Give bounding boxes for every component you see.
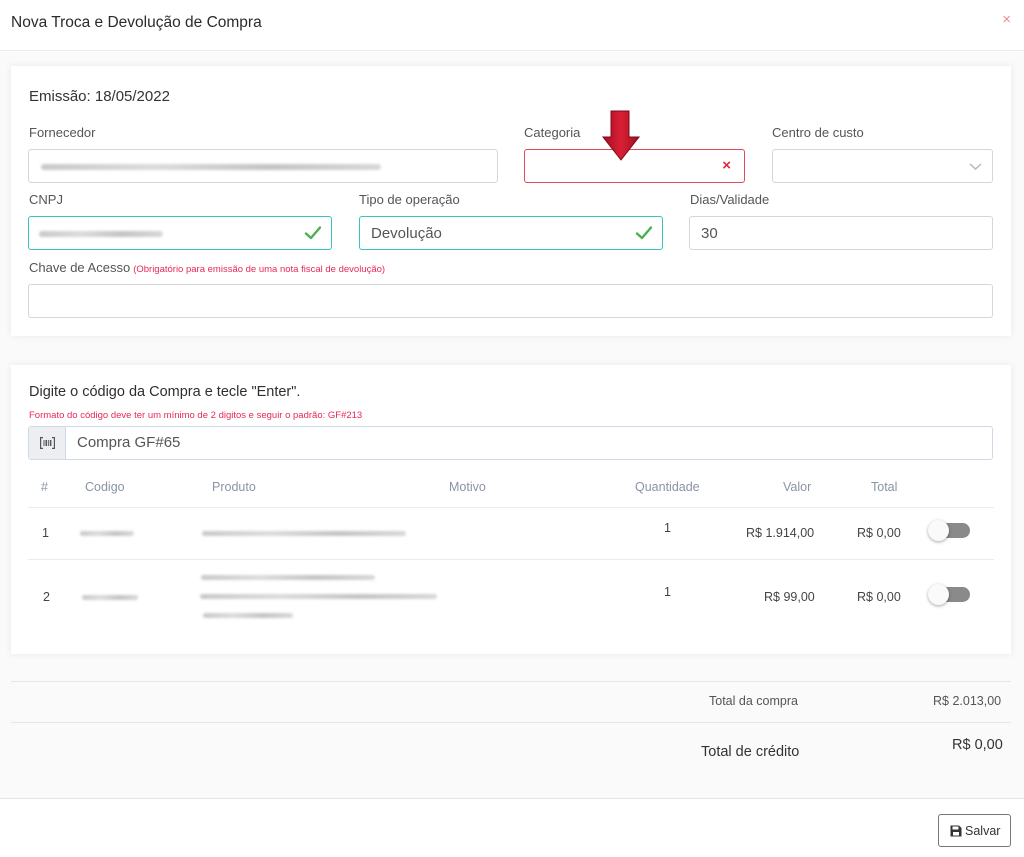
return-toggle[interactable] bbox=[928, 584, 970, 605]
row-quantity: 1 bbox=[664, 521, 671, 535]
row-total: R$ 0,00 bbox=[857, 590, 901, 604]
centro-custo-select[interactable] bbox=[772, 149, 993, 183]
total-compra-value: R$ 2.013,00 bbox=[933, 694, 1002, 708]
modal-title: Nova Troca e Devolução de Compra bbox=[11, 14, 262, 31]
barcode-addon bbox=[29, 427, 66, 459]
chave-acesso-hint: (Obrigatório para emissão de uma nota fi… bbox=[133, 264, 386, 275]
redacted-product bbox=[203, 613, 293, 618]
total-credito-label: Total de crédito bbox=[701, 744, 800, 760]
arrow-down-icon bbox=[601, 110, 641, 161]
row-divider bbox=[28, 559, 994, 560]
chave-acesso-field[interactable] bbox=[28, 284, 993, 318]
redacted-product bbox=[201, 575, 375, 580]
col-motivo: Motivo bbox=[449, 480, 486, 494]
col-index: # bbox=[41, 480, 48, 494]
cnpj-label: CNPJ bbox=[29, 192, 63, 207]
dias-validade-label: Dias/Validade bbox=[690, 192, 770, 207]
row-quantity: 1 bbox=[664, 585, 671, 599]
check-icon bbox=[635, 226, 653, 240]
chave-acesso-label-group: Chave de Acesso (Obrigatório para emissão… bbox=[29, 260, 385, 275]
row-value: R$ 1.914,00 bbox=[746, 526, 815, 540]
row-divider bbox=[28, 507, 994, 508]
fornecedor-field[interactable] bbox=[28, 149, 498, 183]
redacted-product bbox=[202, 531, 406, 536]
emission-date: Emissão: 18/05/2022 bbox=[29, 88, 170, 105]
tipo-operacao-label: Tipo de operação bbox=[359, 192, 460, 207]
save-label: Salvar bbox=[965, 824, 1001, 838]
row-value: R$ 99,00 bbox=[764, 590, 815, 604]
row-index: 1 bbox=[42, 526, 49, 540]
fornecedor-label: Fornecedor bbox=[29, 125, 96, 140]
dias-validade-field[interactable]: 30 bbox=[689, 216, 993, 250]
tipo-operacao-value: Devolução bbox=[371, 225, 442, 242]
total-credito-value: R$ 0,00 bbox=[952, 737, 1003, 753]
form-card: Emissão: 18/05/2022 Fornecedor Categoria… bbox=[11, 66, 1011, 336]
return-toggle[interactable] bbox=[928, 520, 970, 541]
purchase-instruction: Digite o código da Compra e tecle "Enter… bbox=[29, 384, 301, 400]
col-quantidade: Quantidade bbox=[635, 480, 700, 494]
summary-divider bbox=[11, 681, 1011, 682]
chave-acesso-label: Chave de Acesso bbox=[29, 260, 131, 275]
save-button[interactable]: Salvar bbox=[938, 814, 1011, 847]
row-total: R$ 0,00 bbox=[857, 526, 901, 540]
redacted-value bbox=[41, 164, 381, 170]
col-valor: Valor bbox=[783, 480, 812, 494]
redacted-value bbox=[39, 231, 163, 237]
row-index: 2 bbox=[43, 590, 50, 604]
dias-validade-value: 30 bbox=[701, 225, 718, 242]
error-x-icon: × bbox=[722, 157, 731, 174]
purchase-code-value: Compra GF#65 bbox=[77, 434, 181, 451]
close-icon[interactable]: × bbox=[1002, 11, 1011, 29]
toggle-knob bbox=[928, 584, 949, 605]
format-hint: Formato do código deve ter um mínimo de … bbox=[29, 410, 363, 421]
col-produto: Produto bbox=[212, 480, 256, 494]
redacted-code bbox=[82, 595, 138, 600]
check-icon bbox=[304, 226, 322, 240]
col-codigo: Codigo bbox=[85, 480, 125, 494]
col-total: Total bbox=[871, 480, 898, 494]
footer-divider bbox=[0, 798, 1024, 799]
centro-custo-label: Centro de custo bbox=[772, 125, 864, 140]
chevron-down-icon bbox=[969, 163, 982, 170]
redacted-code bbox=[80, 531, 134, 536]
purchase-code-input[interactable]: Compra GF#65 bbox=[28, 426, 993, 460]
categoria-label: Categoria bbox=[524, 125, 581, 140]
summary-divider bbox=[11, 722, 1011, 723]
barcode-icon bbox=[40, 437, 55, 449]
floppy-disk-icon bbox=[950, 825, 962, 837]
redacted-product bbox=[200, 594, 437, 599]
modal-header: Nova Troca e Devolução de Compra × bbox=[0, 0, 1024, 51]
cnpj-field[interactable] bbox=[28, 216, 332, 250]
total-compra-label: Total da compra bbox=[709, 694, 798, 708]
toggle-knob bbox=[928, 520, 949, 541]
purchase-card: Digite o código da Compra e tecle "Enter… bbox=[11, 365, 1011, 654]
tipo-operacao-field[interactable]: Devolução bbox=[359, 216, 663, 250]
